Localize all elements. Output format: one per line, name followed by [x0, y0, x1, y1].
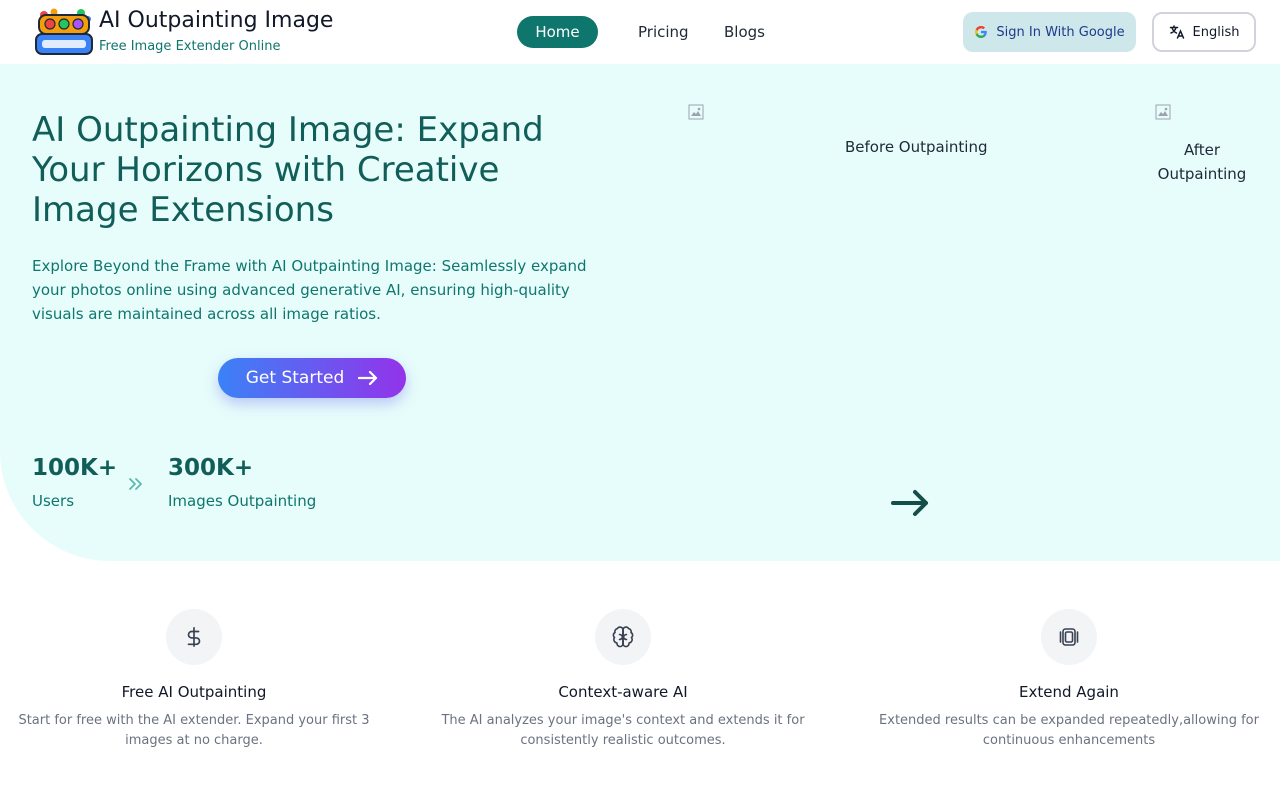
feature-card: Extend Again Extended results can be exp…: [858, 609, 1280, 751]
nav-blogs[interactable]: Blogs: [724, 16, 765, 48]
get-started-label: Get Started: [245, 368, 345, 388]
feature-description: Extended results can be expanded repeate…: [879, 713, 1259, 748]
dollar-icon: [166, 609, 222, 665]
site-header: AI Outpainting Image Free Image Extender…: [0, 0, 1280, 64]
after-image-broken-icon: [1155, 104, 1171, 120]
stat-images-value: 300K+: [168, 455, 254, 481]
stat-users-label: Users: [32, 492, 75, 510]
feature-title: Extend Again: [1019, 683, 1119, 701]
layers-icon: [1041, 609, 1097, 665]
feature-description: The AI analyzes your image's context and…: [441, 713, 805, 748]
feature-title: Context-aware AI: [558, 683, 688, 701]
sign-in-label: Sign In With Google: [996, 24, 1125, 40]
nav-pricing[interactable]: Pricing: [638, 16, 689, 48]
logo-icon[interactable]: [35, 7, 93, 57]
get-started-button[interactable]: Get Started: [218, 358, 406, 398]
hero-title: AI Outpainting Image: Expand Your Horizo…: [32, 110, 544, 230]
hero-description: Explore Beyond the Frame with AI Outpain…: [32, 257, 587, 323]
stat-images-label: Images Outpainting: [168, 492, 317, 510]
before-caption: Before Outpainting: [845, 138, 988, 156]
brand-subtitle: Free Image Extender Online: [99, 39, 281, 54]
feature-card: Context-aware AI The AI analyzes your im…: [408, 609, 838, 751]
sign-in-google-button[interactable]: Sign In With Google: [963, 12, 1136, 52]
language-selector[interactable]: English: [1152, 12, 1256, 52]
arrow-right-icon: [891, 490, 928, 516]
feature-description: Start for free with the AI extender. Exp…: [18, 713, 370, 748]
brain-icon: [595, 609, 651, 665]
google-icon: [975, 26, 988, 38]
stat-users-value: 100K+: [32, 455, 118, 481]
after-caption: After Outpainting: [1157, 141, 1247, 183]
before-image-broken-icon: [688, 104, 704, 120]
translate-icon: [1169, 25, 1184, 39]
nav-home[interactable]: Home: [517, 16, 598, 48]
feature-card: Free AI Outpainting Start for free with …: [0, 609, 388, 751]
double-chevron-right-icon: [129, 478, 142, 490]
arrow-right-icon: [358, 371, 378, 385]
feature-title: Free AI Outpainting: [121, 683, 267, 701]
language-label: English: [1192, 24, 1240, 40]
brand-title[interactable]: AI Outpainting Image: [99, 8, 333, 33]
